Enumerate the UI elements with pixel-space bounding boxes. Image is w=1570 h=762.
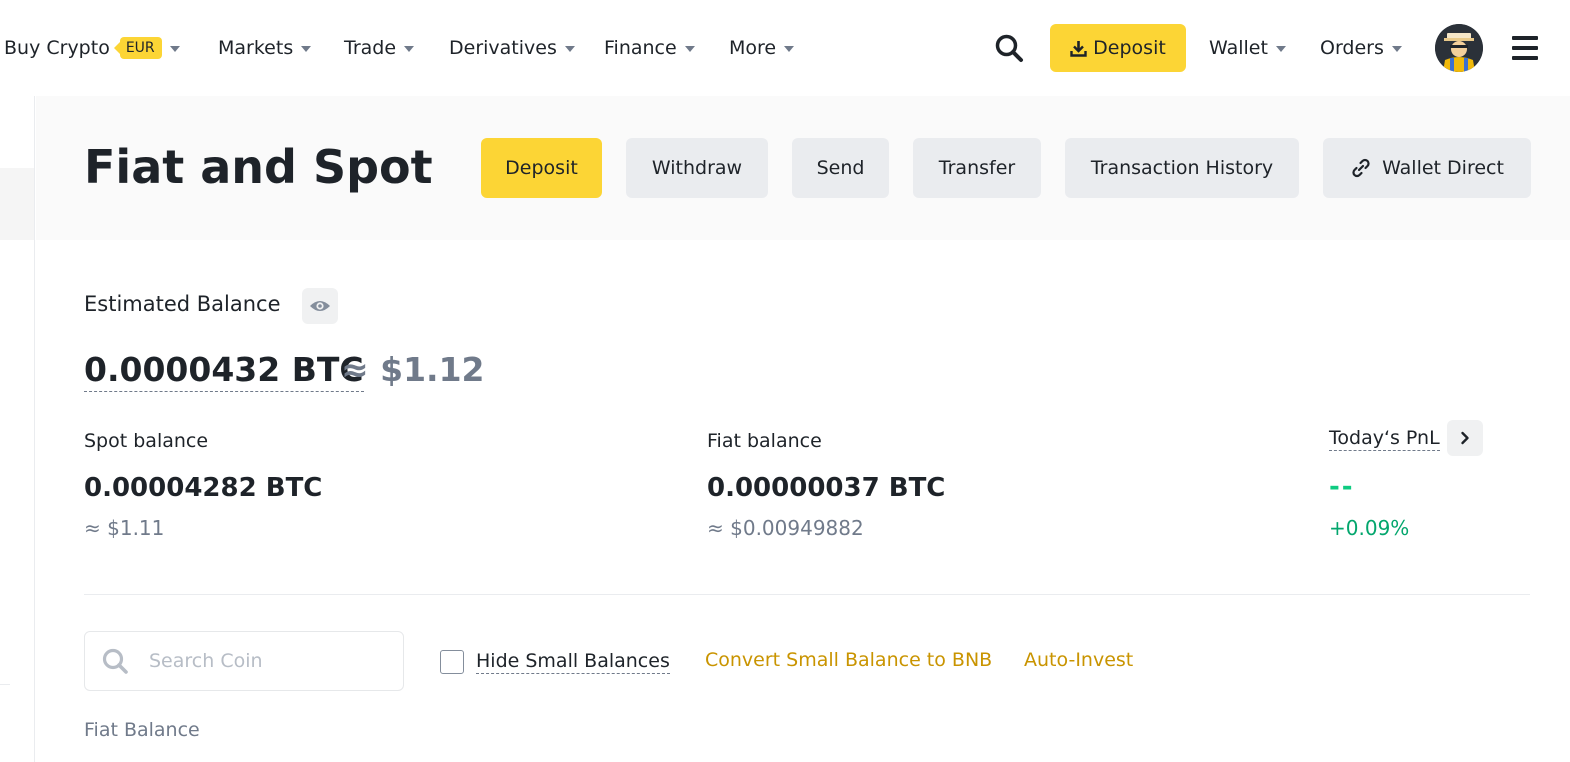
chevron-down-icon — [784, 46, 795, 52]
transaction-history-button[interactable]: Transaction History — [1065, 138, 1299, 198]
spot-balance-label: Spot balance — [84, 430, 209, 452]
nav-finance[interactable]: Finance — [604, 36, 695, 60]
currency-badge: EUR — [113, 37, 162, 59]
fiat-balance-usd: ≈ $0.00949882 — [707, 516, 864, 540]
search-coin-box[interactable] — [84, 631, 404, 691]
nav-markets-label: Markets — [218, 37, 294, 59]
spot-balance-usd: ≈ $1.11 — [84, 516, 165, 540]
hide-small-balances-toggle[interactable]: Hide Small Balances — [440, 649, 670, 675]
chevron-down-icon — [1275, 46, 1286, 52]
nav-more[interactable]: More — [729, 36, 795, 60]
transaction-history-label: Transaction History — [1090, 157, 1274, 179]
hide-small-balances-checkbox[interactable] — [440, 650, 464, 674]
send-button[interactable]: Send — [792, 138, 889, 198]
avatar-image — [1435, 24, 1483, 72]
nav-buy-crypto-label: Buy Crypto — [4, 37, 110, 59]
nav-finance-label: Finance — [604, 37, 677, 59]
chevron-down-icon — [564, 46, 575, 52]
toggle-visibility-button[interactable] — [302, 288, 338, 324]
wallet-direct-label: Wallet Direct — [1382, 157, 1504, 179]
estimated-balance-btc: 0.0000432 BTC — [84, 350, 364, 392]
chevron-down-icon — [301, 46, 312, 52]
chevron-down-icon — [404, 46, 415, 52]
estimated-balance-usd: ≈ $1.12 — [341, 350, 485, 389]
sidebar-divider — [0, 684, 10, 685]
chevron-down-icon — [684, 46, 695, 52]
nav-orders-label: Orders — [1320, 37, 1384, 59]
transfer-button-label: Transfer — [938, 157, 1016, 179]
nav-buy-crypto[interactable]: Buy Crypto EUR — [4, 36, 180, 60]
nav-wallet[interactable]: Wallet — [1209, 36, 1286, 60]
top-navigation: Buy Crypto EUR Markets Trade Derivatives… — [0, 0, 1570, 96]
nav-orders[interactable]: Orders — [1320, 36, 1402, 60]
page-header: Fiat and Spot Deposit Withdraw Send Tran… — [36, 96, 1570, 240]
chevron-down-icon — [1391, 46, 1402, 52]
nav-derivatives[interactable]: Derivatives — [449, 36, 575, 60]
chevron-down-icon — [169, 46, 180, 52]
withdraw-button-label: Withdraw — [651, 157, 743, 179]
fiat-balance-value: 0.00000037 BTC — [707, 473, 946, 503]
top-deposit-label: Deposit — [1093, 37, 1166, 59]
search-coin-input[interactable] — [149, 650, 379, 672]
section-divider — [84, 594, 1530, 595]
avatar[interactable] — [1435, 24, 1483, 72]
deposit-button[interactable]: Deposit — [481, 138, 602, 198]
hide-small-balances-label: Hide Small Balances — [476, 650, 670, 674]
download-icon — [1070, 40, 1087, 57]
nav-derivatives-label: Derivatives — [449, 37, 557, 59]
hamburger-menu-icon[interactable] — [1512, 36, 1538, 60]
wallet-direct-button[interactable]: Wallet Direct — [1323, 138, 1531, 198]
send-button-label: Send — [816, 157, 865, 179]
page-title: Fiat and Spot — [84, 140, 433, 194]
convert-small-balance-link[interactable]: Convert Small Balance to BNB — [705, 649, 992, 671]
auto-invest-link[interactable]: Auto-Invest — [1024, 649, 1133, 671]
top-deposit-button[interactable]: Deposit — [1050, 24, 1186, 72]
withdraw-button[interactable]: Withdraw — [626, 138, 768, 198]
nav-wallet-label: Wallet — [1209, 37, 1268, 59]
deposit-button-label: Deposit — [505, 157, 578, 179]
eye-icon — [310, 301, 330, 311]
spot-balance-value: 0.00004282 BTC — [84, 473, 323, 503]
nav-trade[interactable]: Trade — [344, 36, 415, 60]
nav-more-label: More — [729, 37, 777, 59]
search-icon — [102, 648, 128, 674]
nav-markets[interactable]: Markets — [218, 36, 312, 60]
todays-pnl-label[interactable]: Today‘s PnL — [1329, 427, 1440, 451]
fiat-balance-section-heading: Fiat Balance — [84, 719, 200, 741]
nav-trade-label: Trade — [344, 37, 397, 59]
todays-pnl-percent: +0.09% — [1329, 516, 1410, 540]
todays-pnl-value: -- — [1329, 472, 1355, 502]
chevron-right-icon — [1461, 431, 1469, 445]
estimated-balance-label: Estimated Balance — [84, 292, 281, 316]
link-icon — [1352, 158, 1370, 178]
sidebar-active-item[interactable] — [0, 168, 34, 240]
sidebar-collapsed — [0, 96, 35, 762]
transfer-button[interactable]: Transfer — [913, 138, 1041, 198]
pnl-details-button[interactable] — [1447, 420, 1483, 456]
fiat-balance-label: Fiat balance — [707, 430, 822, 452]
search-icon[interactable] — [994, 33, 1024, 63]
